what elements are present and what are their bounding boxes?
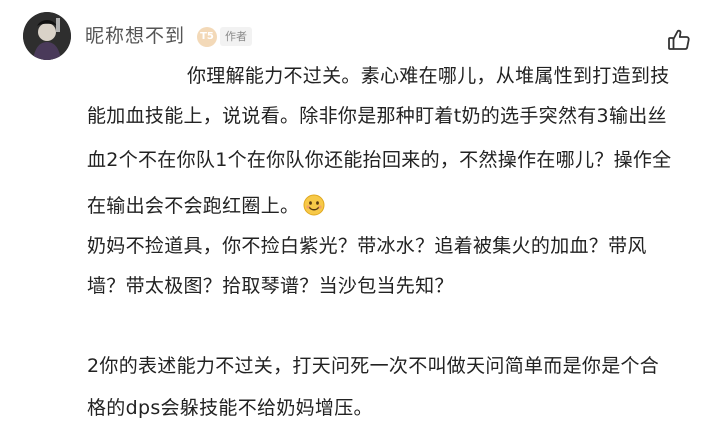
- smile-emoji-icon: [303, 194, 325, 216]
- comment-line: 能加血技能上，说说看。除非你是那种盯着t奶的选手突然有3输出丝: [87, 105, 667, 127]
- comment-line: 奶妈不捡道具，你不捡白紫光？带冰水？追着被集火的加血？带风: [87, 235, 647, 257]
- author-tag: 作者: [220, 27, 252, 46]
- comment-line: 你理解能力不过关。素心难在哪儿，从堆属性到打造到技: [187, 65, 670, 87]
- level-badge: T5: [197, 27, 217, 47]
- comment-line: 血2个不在你队1个在你队你还能抬回来的，不然操作在哪儿？操作全: [87, 149, 672, 171]
- thumbs-up-icon[interactable]: [666, 27, 692, 53]
- comment-line: 格的dps会躲技能不给奶妈增压。: [87, 397, 373, 419]
- comment-line: 墙？带太极图？拾取琴谱？当沙包当先知？: [87, 275, 454, 297]
- comment-line-text: 在输出会不会跑红圈上。: [87, 195, 300, 217]
- truncated-text-fragment: [92, 430, 162, 440]
- username[interactable]: 昵称想不到: [85, 23, 185, 49]
- comment-line-with-emoji: 在输出会不会跑红圈上。: [87, 192, 325, 220]
- avatar[interactable]: [23, 12, 71, 60]
- comment-line: 2你的表述能力不过关，打天问死一次不叫做天问简单而是你是个合: [87, 355, 660, 377]
